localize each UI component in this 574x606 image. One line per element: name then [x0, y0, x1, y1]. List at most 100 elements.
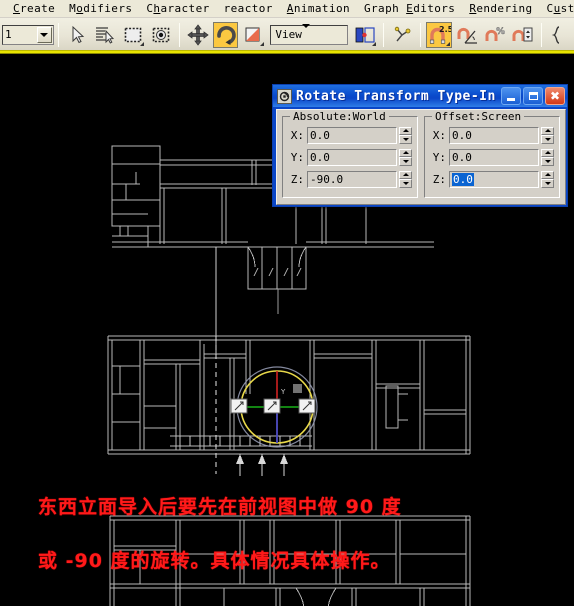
minimize-icon: [507, 97, 515, 101]
percent-snap-toggle-button[interactable]: %: [482, 22, 508, 48]
magnet-spinner-snap-icon: [512, 27, 533, 41]
offset-screen-group: Offset:Screen X: 0.0 Y: 0.0 Z: 0.0: [424, 110, 560, 198]
annotation-line-2: 或 -90 度的旋转。具体情况具体操作。: [38, 550, 391, 572]
absolute-world-y-row: Y: 0.0: [288, 148, 412, 166]
use-center-button[interactable]: [352, 22, 378, 48]
toolbar-separator: [178, 22, 180, 47]
spinner-down-icon: [544, 137, 551, 141]
rotate-transform-type-in-dialog[interactable]: Rotate Transform Type-In ✖ Absolute:Worl…: [272, 84, 568, 207]
close-button[interactable]: ✖: [545, 87, 565, 105]
absolute-world-y-label: Y:: [290, 150, 304, 164]
absolute-world-x-row: X: 0.0: [288, 126, 412, 144]
offset-screen-y-spinner[interactable]: [541, 148, 554, 166]
chevron-down-icon[interactable]: [36, 26, 52, 43]
spinner-down-icon: [402, 181, 409, 185]
offset-screen-z-label: Z:: [432, 172, 446, 186]
spinner-down-icon: [544, 159, 551, 163]
absolute-world-x-label: X:: [290, 128, 304, 142]
select-object-button[interactable]: [64, 22, 90, 48]
window-crossing-button[interactable]: [148, 22, 174, 48]
absolute-world-group: Absolute:World X: 0.0 Y: 0.0 Z: -90.0: [282, 110, 418, 198]
select-and-manipulate-button[interactable]: [389, 22, 415, 48]
flyout-indicator: [372, 41, 377, 46]
menu-item-customize[interactable]: Customize: [540, 1, 574, 17]
select-and-scale-button[interactable]: [240, 22, 266, 48]
svg-text:%: %: [496, 27, 505, 37]
flyout-indicator: [446, 41, 451, 46]
spinner-up-icon: [402, 129, 409, 133]
select-by-name-button[interactable]: [92, 22, 118, 48]
named-selection-set-combo[interactable]: 1: [2, 24, 54, 45]
arrow-cursor-icon: [72, 25, 84, 43]
menu-item-create[interactable]: CCreatereate: [6, 1, 62, 17]
absolute-world-z-label: Z:: [290, 172, 304, 186]
absolute-world-y-spinner[interactable]: [399, 148, 412, 166]
toolbar-separator: [420, 22, 422, 47]
offset-screen-x-row: X: 0.0: [430, 126, 554, 144]
manipulate-icon: [394, 26, 411, 41]
select-by-name-icon: [95, 26, 114, 44]
annotation-line-1: 东西立面导入后要先在前视图中做 90 度: [38, 496, 402, 518]
reference-coordinate-system-value: View: [275, 28, 302, 41]
absolute-world-z-spinner[interactable]: [399, 170, 412, 188]
spinner-up-icon: [402, 151, 409, 155]
menu-item-animation[interactable]: Animation: [280, 1, 357, 17]
offset-screen-x-spinner[interactable]: [541, 126, 554, 144]
spinner-up-icon: [544, 173, 551, 177]
window-crossing-icon: [152, 27, 169, 42]
offset-screen-z-input[interactable]: 0.0: [449, 170, 539, 188]
maximize-button[interactable]: [523, 87, 543, 105]
dialog-title-bar[interactable]: Rotate Transform Type-In ✖: [273, 85, 567, 107]
select-and-move-button[interactable]: [185, 22, 211, 48]
offset-screen-y-row: Y: 0.0: [430, 148, 554, 166]
spinner-up-icon: [544, 129, 551, 133]
offset-screen-x-input[interactable]: 0.0: [449, 126, 539, 144]
offset-screen-label: Offset:Screen: [432, 110, 525, 123]
offset-screen-z-spinner[interactable]: [541, 170, 554, 188]
chevron-down-icon[interactable]: [301, 24, 310, 41]
spinner-snap-toggle-button[interactable]: [510, 22, 536, 48]
absolute-world-y-input[interactable]: 0.0: [307, 148, 397, 166]
menu-item-character[interactable]: Character: [139, 1, 216, 17]
select-and-rotate-button[interactable]: [212, 21, 239, 48]
absolute-world-x-input[interactable]: 0.0: [307, 126, 397, 144]
application-window: CCreatereate Modifiers Character reactor…: [0, 0, 574, 606]
spinner-down-icon: [402, 137, 409, 141]
menu-item-modifiers[interactable]: Modifiers: [62, 1, 139, 17]
magnet-angle-snap-icon: [457, 27, 478, 44]
offset-screen-y-input[interactable]: 0.0: [449, 148, 539, 166]
main-toolbar: 1 View 2. %: [0, 18, 574, 52]
absolute-world-z-input[interactable]: -90.0: [307, 170, 397, 188]
rotate-transform-icon: [277, 88, 292, 104]
magnet-percent-snap-icon: %: [485, 26, 505, 41]
reference-coordinate-system-combo[interactable]: View: [270, 24, 349, 45]
offset-screen-x-label: X:: [432, 128, 446, 142]
spinner-down-icon: [544, 181, 551, 185]
rotate-gizmo-icon: [216, 25, 236, 45]
spinner-up-icon: [402, 173, 409, 177]
flyout-indicator: [260, 41, 265, 46]
toolbar-separator: [383, 22, 385, 47]
offset-screen-z-row: Z: 0.0: [430, 170, 554, 188]
close-icon: ✖: [549, 89, 561, 103]
absolute-world-label: Absolute:World: [290, 110, 389, 123]
move-gizmo-icon: [186, 23, 209, 46]
spinner-up-icon: [544, 151, 551, 155]
menu-item-rendering[interactable]: Rendering: [462, 1, 539, 17]
flyout-indicator: [139, 41, 144, 46]
menu-item-graph-editors[interactable]: Graph Editors: [357, 1, 462, 17]
minimize-button[interactable]: [501, 87, 521, 105]
offset-screen-y-label: Y:: [432, 150, 446, 164]
angle-snap-toggle-button[interactable]: [454, 22, 480, 48]
named-selection-sets-button[interactable]: [547, 22, 573, 48]
svg-text:Y: Y: [280, 388, 286, 396]
toolbar-separator: [57, 22, 59, 47]
curly-brace-icon: [551, 25, 560, 44]
rectangular-selection-region-button[interactable]: [120, 22, 146, 48]
snaps-toggle-button[interactable]: 2.5: [426, 21, 453, 48]
menu-item-reactor[interactable]: reactor: [217, 1, 280, 17]
named-selection-set-value: 1: [5, 28, 12, 41]
absolute-world-x-spinner[interactable]: [399, 126, 412, 144]
dialog-title: Rotate Transform Type-In: [296, 88, 496, 104]
spinner-down-icon: [402, 159, 409, 163]
